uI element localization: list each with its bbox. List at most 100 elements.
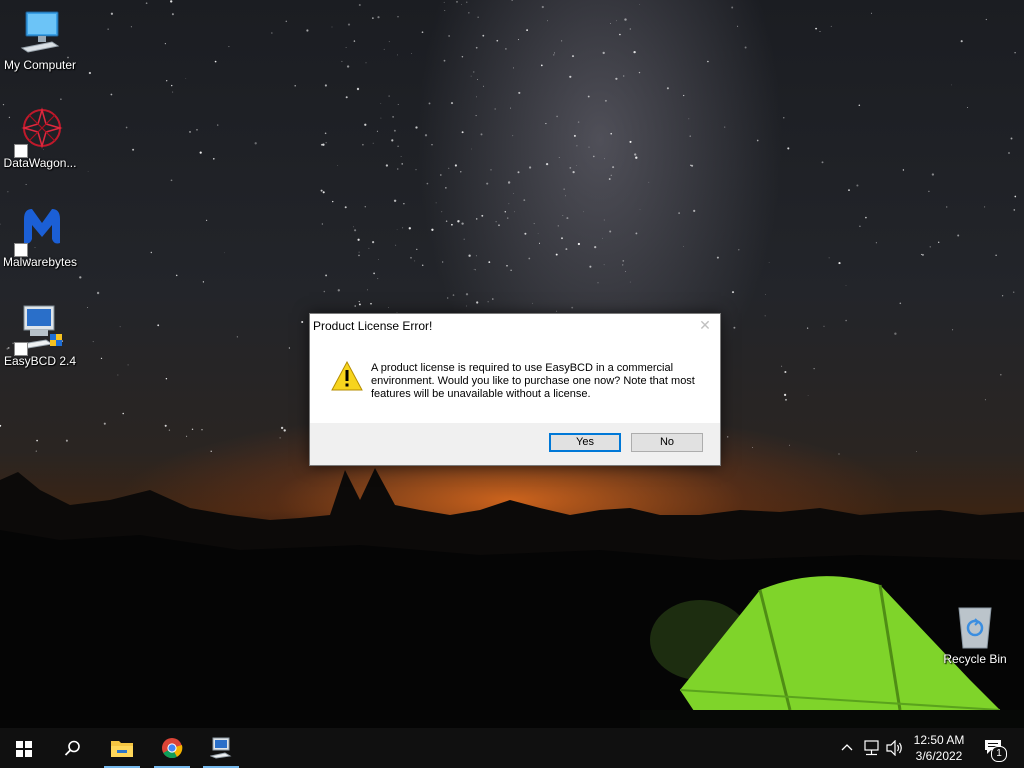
- star: [594, 246, 597, 249]
- star: [353, 226, 354, 228]
- star: [693, 209, 696, 212]
- star: [602, 237, 603, 239]
- star: [538, 242, 541, 244]
- desktop-icon-my-computer[interactable]: My Computer: [0, 8, 80, 72]
- star: [364, 206, 366, 208]
- star: [576, 145, 578, 147]
- star: [541, 5, 544, 9]
- star: [454, 164, 457, 167]
- star: [783, 117, 785, 119]
- star: [415, 169, 417, 171]
- star: [984, 206, 986, 208]
- network-button[interactable]: [860, 728, 882, 768]
- star: [395, 244, 397, 246]
- license-error-dialog[interactable]: Product License Error! ✕ A product licen…: [309, 313, 721, 466]
- shortcut-arrow-icon: [14, 243, 28, 257]
- star: [25, 184, 27, 185]
- yes-button[interactable]: Yes: [549, 433, 621, 452]
- taskbar-easybcd[interactable]: [201, 728, 241, 768]
- star: [457, 220, 460, 223]
- star: [616, 20, 617, 22]
- desktop-icon-malwarebytes[interactable]: Malwarebytes: [0, 205, 80, 269]
- desktop-background[interactable]: My Computer DataWagon... Malwarebytes Ea…: [0, 0, 1024, 728]
- clock[interactable]: 12:50 AM 3/6/2022: [906, 732, 972, 764]
- search-button[interactable]: [48, 728, 96, 768]
- star: [785, 398, 787, 401]
- star: [496, 39, 499, 42]
- star: [731, 291, 735, 294]
- star: [733, 326, 736, 329]
- star: [587, 95, 590, 98]
- star: [465, 293, 469, 296]
- star: [370, 302, 372, 305]
- star: [648, 181, 650, 183]
- star: [707, 60, 709, 63]
- star: [306, 29, 309, 32]
- star: [577, 121, 580, 123]
- start-button[interactable]: [0, 728, 48, 768]
- star: [513, 193, 514, 194]
- chevron-up-icon: [841, 744, 853, 751]
- star: [347, 23, 351, 26]
- star: [205, 219, 208, 222]
- desktop-icon-recycle-bin[interactable]: Recycle Bin: [935, 602, 1015, 666]
- star: [397, 16, 399, 18]
- star: [345, 96, 348, 99]
- star: [96, 291, 100, 295]
- star: [563, 188, 565, 190]
- star: [1000, 373, 1002, 376]
- close-button[interactable]: ✕: [696, 316, 714, 334]
- star: [494, 108, 496, 110]
- star: [320, 143, 323, 146]
- star: [823, 325, 825, 327]
- star: [561, 237, 563, 240]
- star: [400, 156, 402, 157]
- taskbar-chrome[interactable]: [152, 728, 192, 768]
- star: [475, 115, 477, 117]
- star: [60, 98, 62, 100]
- star: [629, 281, 631, 283]
- star: [79, 276, 82, 279]
- show-hidden-icons-button[interactable]: [838, 728, 856, 768]
- volume-button[interactable]: [884, 728, 906, 768]
- star: [916, 450, 917, 452]
- star: [170, 0, 173, 3]
- taskbar-file-explorer[interactable]: [102, 728, 142, 768]
- star: [610, 23, 611, 24]
- star: [442, 261, 444, 263]
- action-center-button[interactable]: 1: [978, 728, 1014, 768]
- star: [845, 319, 847, 322]
- star: [321, 223, 323, 225]
- star: [323, 290, 326, 293]
- star: [508, 203, 510, 205]
- star: [476, 301, 479, 304]
- star: [565, 248, 568, 251]
- star: [164, 424, 167, 427]
- desktop-icon-datawagon[interactable]: DataWagon...: [0, 106, 80, 170]
- star: [325, 274, 328, 277]
- star: [756, 139, 759, 142]
- star: [819, 31, 821, 32]
- star: [0, 424, 2, 427]
- star: [372, 142, 374, 144]
- no-button[interactable]: No: [631, 433, 703, 452]
- star: [518, 91, 521, 94]
- star: [952, 329, 954, 331]
- star: [236, 336, 238, 338]
- star: [324, 132, 327, 135]
- star: [88, 71, 92, 75]
- star: [506, 265, 508, 267]
- dialog-titlebar[interactable]: Product License Error!: [310, 314, 720, 338]
- star: [859, 225, 861, 227]
- star: [928, 190, 930, 193]
- desktop-icon-easybcd[interactable]: EasyBCD 2.4: [0, 304, 80, 368]
- star: [764, 315, 766, 317]
- star: [635, 232, 638, 235]
- file-explorer-icon: [111, 741, 133, 757]
- speaker-icon: [886, 740, 902, 756]
- star: [724, 126, 726, 128]
- star: [783, 393, 787, 397]
- star: [385, 164, 389, 167]
- star: [175, 274, 178, 277]
- star: [828, 257, 830, 259]
